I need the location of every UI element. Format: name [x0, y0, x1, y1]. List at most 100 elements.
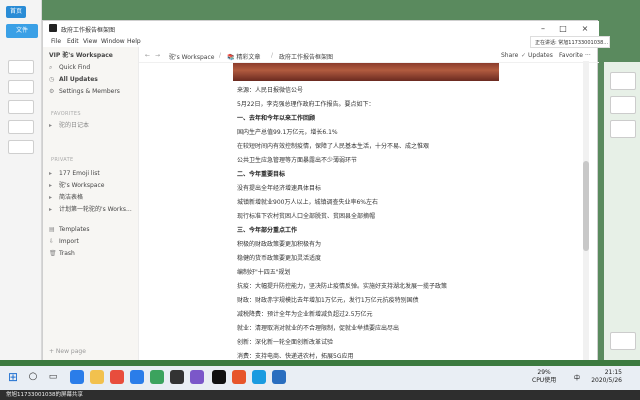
sidebar-item-label: 驼's Workspace — [59, 182, 105, 189]
speaking-notification: 正在讲话: 常旭11733001038... — [530, 36, 610, 48]
menu-help[interactable]: Help — [127, 38, 141, 45]
input-language[interactable]: 中 — [574, 373, 580, 382]
menu-edit[interactable]: Edit — [67, 38, 79, 45]
paragraph-line: 减税降费：预计全年为企业新增减负超过2.5万亿元 — [237, 311, 373, 318]
file-tab[interactable]: 文件 — [6, 24, 38, 38]
paragraph-line: 创新：深化新一轮全面创新改革试验 — [237, 339, 334, 346]
right-toolbar — [604, 62, 640, 362]
sidebar-item-emoji-list[interactable]: ▸ 177 Emoji list — [49, 169, 100, 179]
sidebar-item-label: 简洁表格 — [59, 194, 84, 201]
check-icon: ✓ — [521, 52, 527, 59]
sidebar-item-label: All Updates — [59, 76, 98, 83]
windows-start-icon[interactable]: ⊞ — [6, 370, 20, 384]
paragraph-line: 编制好"十四五"规划 — [237, 269, 291, 276]
gear-icon: ⚙ — [49, 88, 55, 95]
menu-window[interactable]: Window — [101, 38, 125, 45]
sidebar: VIP 驼's Workspace ⌕ Quick Find ◷ All Updat… — [43, 47, 139, 363]
paragraph-line: 财政：财政赤字规模比去年增加1万亿元，发行1万亿元抗疫特别国债 — [237, 297, 419, 304]
sidebar-item-label: Templates — [59, 226, 90, 233]
sidebar-item-import[interactable]: ⇩ Import — [49, 237, 79, 247]
header-photo — [233, 63, 499, 81]
window-title: 政府工作报告框架图 — [61, 27, 116, 34]
paragraph-line: 稳健的货币政策要更加灵活适度 — [237, 255, 322, 262]
document-body: 来源：人民日报微信公号 5月22日，李克强总理作政府工作报告。要点如下： 一、去年和… — [139, 63, 591, 363]
right-tool-button[interactable] — [610, 72, 636, 90]
page-icon: ▸ — [49, 170, 53, 177]
cpu-value: 29% — [537, 369, 551, 376]
close-button[interactable]: × — [575, 23, 595, 35]
app-icon[interactable] — [252, 370, 266, 384]
file-explorer-icon[interactable] — [90, 370, 104, 384]
updates-button[interactable]: Updates — [528, 52, 553, 59]
notion-icon[interactable] — [212, 370, 226, 384]
page-icon: ▸ — [49, 182, 53, 189]
scrollbar-thumb[interactable] — [583, 161, 589, 251]
more-button[interactable]: ··· — [585, 52, 591, 59]
section-heading: 三、今年部分重点工作 — [237, 227, 298, 234]
sidebar-item-label: Import — [59, 238, 79, 245]
back-arrow-icon[interactable]: ← — [145, 52, 150, 59]
sidebar-item-workspace[interactable]: ▸ 驼's Workspace — [49, 181, 104, 191]
app-icon[interactable] — [190, 370, 204, 384]
sidebar-item-quick-find[interactable]: ⌕ Quick Find — [49, 63, 90, 73]
sidebar-item-favorite[interactable]: ▸ 驼的日记本 — [49, 121, 89, 131]
menu-view[interactable]: View — [83, 38, 97, 45]
template-icon: ▤ — [49, 226, 55, 233]
paragraph-line: 抗疫：大幅提升防控能力，坚决防止疫情反弹。实施好支持湖北发展一揽子政策 — [237, 283, 448, 290]
sidebar-item-templates[interactable]: ▤ Templates — [49, 225, 90, 235]
side-box — [8, 60, 34, 74]
sidebar-item-plan[interactable]: ▸ 计划第一轮驼的's Works... — [49, 205, 132, 215]
sidebar-item-label: 驼的日记本 — [59, 122, 90, 129]
breadcrumb-separator: / — [219, 52, 222, 59]
sidebar-item-simple-table[interactable]: ▸ 简洁表格 — [49, 193, 83, 203]
section-heading: 二、今年重要目标 — [237, 171, 286, 178]
app-icon[interactable] — [150, 370, 164, 384]
app-logo-icon — [49, 24, 57, 32]
right-tool-button[interactable] — [610, 96, 636, 114]
sidebar-item-label: 计划第一轮驼的's Works... — [59, 206, 132, 213]
menu-bar: File Edit View Window Help — [43, 37, 599, 47]
taskbar: ⊞ ○ ▭ 29% CPU使用 中 21:15 2020/5/26 — [0, 366, 640, 390]
new-page-button[interactable]: + New page — [49, 347, 86, 357]
chrome-icon[interactable] — [110, 370, 124, 384]
search-icon[interactable]: ○ — [26, 370, 40, 384]
task-view-icon[interactable]: ▭ — [46, 370, 60, 384]
paragraph-line: 5月22日，李克强总理作政府工作报告。要点如下： — [237, 101, 375, 108]
sidebar-item-settings[interactable]: ⚙ Settings & Members — [49, 87, 120, 97]
clock[interactable]: 21:15 2020/5/26 — [591, 369, 622, 385]
sidebar-item-label: 177 Emoji list — [59, 170, 100, 177]
title-bar: 政府工作报告框架图 – □ × — [43, 21, 599, 37]
right-tool-button[interactable] — [610, 120, 636, 138]
forward-arrow-icon[interactable]: → — [155, 52, 160, 59]
share-button[interactable]: Share — [501, 52, 518, 59]
app-icon[interactable] — [170, 370, 184, 384]
sidebar-item-all-updates[interactable]: ◷ All Updates — [49, 75, 98, 85]
paragraph-line: 没有提出全年经济增速具体目标 — [237, 185, 322, 192]
right-tool-button[interactable] — [610, 332, 636, 350]
maximize-button[interactable]: □ — [553, 23, 573, 35]
desktop-left-strip: 首页 文件 — [0, 0, 42, 362]
workspace-switcher[interactable]: VIP 驼's Workspace — [49, 51, 113, 61]
paragraph-line: 国内生产总值99.1万亿元，增长6.1% — [237, 129, 338, 136]
breadcrumb-workspace[interactable]: 驼's Workspace — [169, 52, 214, 61]
page-icon: ▸ — [49, 194, 53, 201]
clock-date: 2020/5/26 — [591, 377, 622, 384]
workspace-name: VIP 驼's Workspace — [49, 52, 113, 59]
edge-browser-icon[interactable] — [70, 370, 84, 384]
screen-share-status: 常旭11733001038的屏幕共享 — [0, 390, 640, 400]
minimize-button[interactable]: – — [533, 23, 553, 35]
app-icon[interactable] — [130, 370, 144, 384]
breadcrumb-articles[interactable]: 📚 精彩文章 — [227, 52, 260, 61]
app-icon[interactable] — [272, 370, 286, 384]
paragraph-line: 城镇新增就业900万人以上，城镇调查失业率6%左右 — [237, 199, 378, 206]
home-button[interactable]: 首页 — [6, 6, 26, 18]
breadcrumb-current[interactable]: 政府工作报告框架图 — [279, 52, 333, 61]
side-box — [8, 140, 34, 154]
sidebar-item-trash[interactable]: 🗑 Trash — [49, 249, 75, 259]
favorite-button[interactable]: Favorite — [559, 52, 583, 59]
menu-file[interactable]: File — [51, 38, 61, 45]
section-heading: 一、去年和今年以来工作回顾 — [237, 115, 316, 122]
app-icon[interactable] — [232, 370, 246, 384]
paragraph-line: 积极的财政政策要更加积极有为 — [237, 241, 322, 248]
import-icon: ⇩ — [49, 238, 55, 245]
